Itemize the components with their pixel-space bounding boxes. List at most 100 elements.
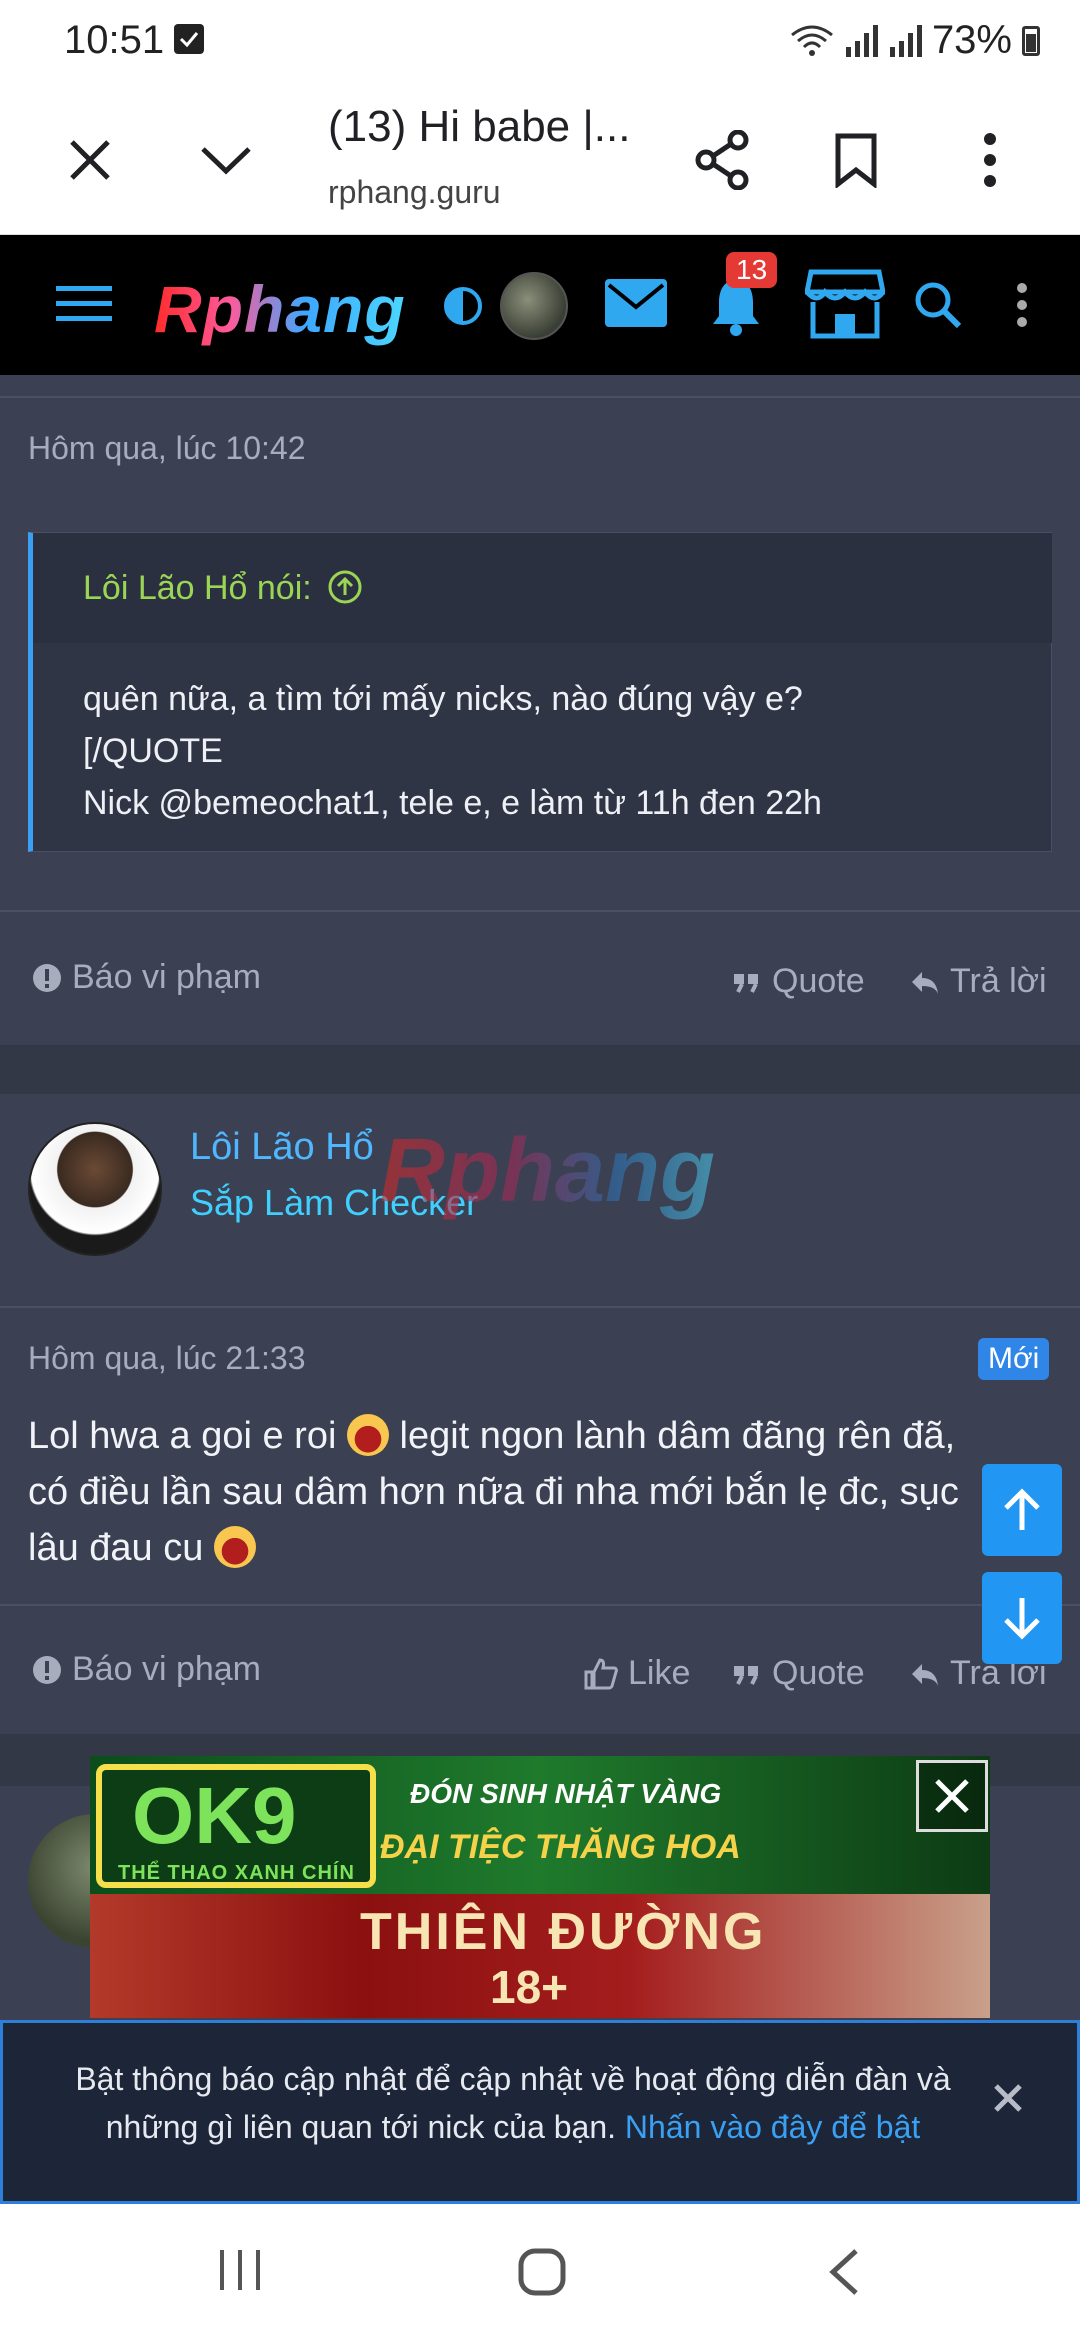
ad-brand-sub: THỂ THAO XANH CHÍN [118, 1862, 355, 1884]
bookmark-button[interactable] [816, 120, 896, 200]
status-right: 73% [790, 18, 1040, 63]
signal-icon-2 [889, 24, 922, 57]
report-button[interactable]: Báo vi phạm [32, 1650, 261, 1689]
ad-close-button[interactable] [916, 1760, 988, 1832]
divider [0, 910, 1080, 912]
ad-banner2-title: THIÊN ĐƯỜNG [360, 1903, 767, 1961]
reply-button[interactable]: Trả lời [910, 962, 1047, 1001]
post-1-timestamp[interactable]: Hôm qua, lúc 10:42 [28, 430, 306, 467]
quote-button[interactable]: Quote [732, 962, 865, 1001]
chevron-down-icon [201, 147, 251, 175]
laughing-emoji-icon [213, 1526, 256, 1568]
clock: 10:51 [64, 18, 165, 62]
mail-icon [605, 279, 667, 327]
like-button[interactable]: Like [584, 1654, 690, 1693]
quote-icon [734, 1665, 758, 1685]
store-icon [805, 269, 885, 339]
checklist-icon [174, 24, 204, 54]
hamburger-icon [56, 286, 112, 321]
page-url[interactable]: rphang.guru [328, 174, 501, 211]
search-button[interactable] [912, 279, 964, 331]
ad-top-banner[interactable]: OK9 THỂ THAO XANH CHÍN ĐÓN SINH NHẬT VÀN… [90, 1756, 990, 1894]
quote-header: Lôi Lão Hổ nói: [33, 533, 1052, 643]
quote-button[interactable]: Quote [732, 1654, 865, 1693]
bookmark-icon [835, 133, 877, 188]
scroll-top-button[interactable] [982, 1464, 1062, 1556]
arrow-up-circle-icon [328, 570, 362, 604]
close-icon [70, 140, 110, 180]
home-button[interactable] [518, 2248, 566, 2301]
more-vert-icon [984, 133, 996, 187]
quote-label: Quote [772, 1654, 865, 1692]
post-2-timestamp[interactable]: Hôm qua, lúc 21:33 [28, 1340, 306, 1377]
back-icon [829, 2249, 858, 2295]
report-button[interactable]: Báo vi phạm [32, 958, 261, 997]
page-title[interactable]: (13) Hi babe |... [328, 102, 630, 152]
recents-icon [220, 2250, 260, 2290]
divider [0, 396, 1080, 398]
battery-icon [1022, 25, 1040, 56]
close-tab-button[interactable] [50, 120, 130, 200]
notice-close-button[interactable] [993, 2083, 1023, 2118]
quote-author[interactable]: Lôi Lão Hổ nói: [83, 569, 363, 608]
quote-line: Nick @bemeochat1, tele e, e làm từ 11h đ… [83, 784, 822, 822]
thumbs-up-icon [584, 1657, 618, 1689]
author-name[interactable]: Lôi Lão Hổ [190, 1126, 374, 1169]
battery-percent: 73% [931, 18, 1012, 62]
store-button[interactable] [804, 267, 886, 341]
messages-button[interactable] [604, 273, 668, 333]
report-label: Báo vi phạm [72, 1650, 261, 1688]
system-nav-bar [0, 2204, 1080, 2340]
reply-icon [912, 1663, 938, 1686]
ad-banner[interactable]: OK9 THỂ THAO XANH CHÍN ĐÓN SINH NHẬT VÀN… [90, 1756, 990, 2018]
quote-line: quên nữa, a tìm tới mấy nicks, nào đúng … [83, 680, 803, 718]
user-avatar[interactable] [500, 272, 568, 340]
report-label: Báo vi phạm [72, 958, 261, 996]
more-options-button[interactable] [950, 120, 1030, 200]
site-watermark: Rphang [380, 1121, 715, 1221]
post-text-part: Lol hwa a goi e roi [28, 1415, 347, 1457]
scroll-bottom-button[interactable] [982, 1572, 1062, 1664]
theme-toggle[interactable] [442, 285, 484, 327]
forum-more-button[interactable] [1010, 279, 1034, 331]
like-label: Like [628, 1654, 691, 1692]
browser-toolbar: (13) Hi babe |... rphang.guru [0, 80, 1080, 235]
home-icon [518, 2248, 566, 2296]
quote-line: [/QUOTE [83, 732, 223, 770]
close-icon [994, 2084, 1022, 2112]
enable-notifications-link[interactable]: Nhấn vào đây để bật [625, 2109, 920, 2145]
ad-brand: OK9 [132, 1771, 297, 1860]
post-2-text: Lol hwa a goi e roi legit ngon lành dâm … [28, 1408, 988, 1576]
alert-icon [33, 1655, 61, 1684]
minimize-button[interactable] [186, 120, 266, 200]
menu-button[interactable] [54, 279, 114, 329]
ad-banner2-age: 18+ [490, 1961, 569, 2013]
signal-icon [845, 24, 878, 57]
push-notice: Bật thông báo cập nhật để cập nhật về ho… [0, 2020, 1080, 2204]
author-avatar[interactable] [28, 1122, 162, 1256]
reply-label: Trả lời [950, 962, 1047, 1000]
search-icon [915, 282, 962, 329]
notification-badge: 13 [726, 252, 778, 288]
quote-icon [734, 973, 758, 993]
more-vert-icon [1017, 283, 1027, 327]
back-button[interactable] [828, 2248, 860, 2301]
share-button[interactable] [682, 120, 762, 200]
wifi-icon [791, 25, 833, 56]
laughing-emoji-icon [346, 1414, 389, 1456]
quote-author-text: Lôi Lão Hổ nói: [83, 569, 312, 607]
close-icon [935, 1779, 969, 1813]
status-bar: 10:51 73% [0, 0, 1080, 80]
contrast-icon [444, 287, 482, 325]
ad-bottom-banner[interactable]: THIÊN ĐƯỜNG 18+ [90, 1894, 990, 2018]
ad-headline-1: ĐÓN SINH NHẬT VÀNG [410, 1778, 722, 1809]
site-logo[interactable]: Rphang [154, 271, 406, 347]
ad-headline-2: ĐẠI TIỆC THĂNG HOA [380, 1828, 741, 1866]
recents-button[interactable] [216, 2248, 264, 2297]
quote-block: Lôi Lão Hổ nói: quên nữa, a tìm tới mấy … [28, 532, 1052, 852]
notice-text: Bật thông báo cập nhật để cập nhật về ho… [63, 2055, 963, 2151]
arrow-down-icon [1004, 1598, 1040, 1640]
reply-icon [912, 971, 938, 994]
quote-label: Quote [772, 962, 865, 1000]
alert-icon [33, 963, 61, 992]
